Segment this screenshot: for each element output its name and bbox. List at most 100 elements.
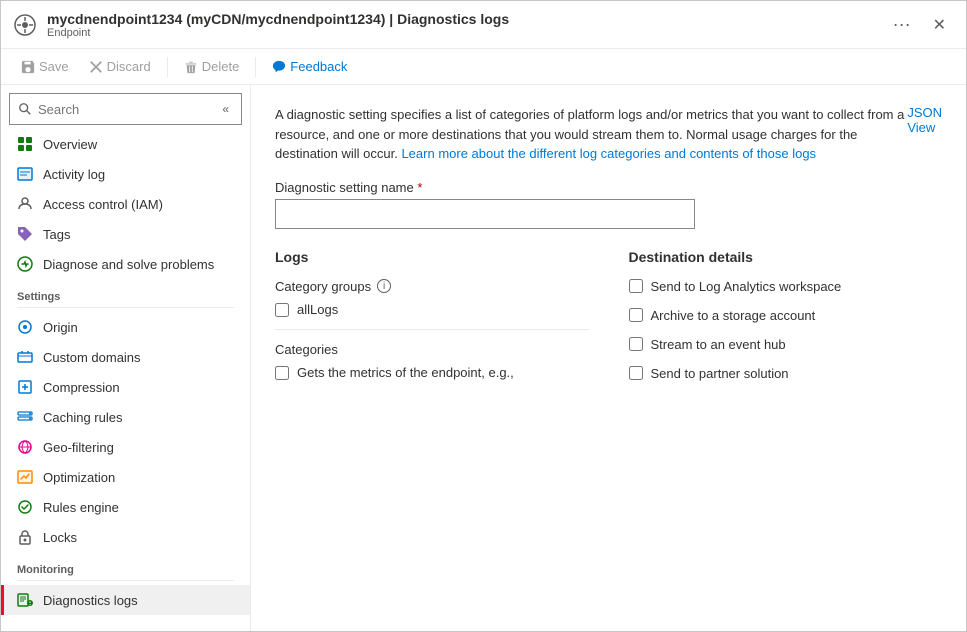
sidebar-item-locks[interactable]: Locks <box>1 522 250 552</box>
sidebar-item-custom-domains[interactable]: Custom domains <box>1 342 250 372</box>
partner-solution-checkbox[interactable] <box>629 366 643 380</box>
sidebar-item-activity-log[interactable]: Activity log <box>1 159 250 189</box>
sidebar-item-geo-filtering[interactable]: Geo-filtering <box>1 432 250 462</box>
sidebar-item-label: Locks <box>43 530 77 545</box>
event-hub-checkbox[interactable] <box>629 337 643 351</box>
collapse-button[interactable]: « <box>218 98 233 120</box>
info-icon[interactable]: i <box>377 279 391 293</box>
metrics-checkbox-item: Gets the metrics of the endpoint, e.g., <box>275 365 589 380</box>
title-bar: mycdnendpoint1234 (myCDN/mycdnendpoint12… <box>1 1 966 49</box>
close-button[interactable]: ✕ <box>925 13 954 37</box>
feedback-icon <box>272 60 286 74</box>
toolbar: Save Discard Delete Feedback <box>1 49 966 85</box>
sidebar-item-label: Access control (IAM) <box>43 197 163 212</box>
logs-column: Logs Category groups i allLogs Categorie… <box>275 249 589 395</box>
diagnostic-name-field: Diagnostic setting name * <box>275 180 942 229</box>
endpoint-icon <box>13 13 37 37</box>
sidebar-item-label: Activity log <box>43 167 105 182</box>
toolbar-separator-2 <box>255 57 256 77</box>
logs-title: Logs <box>275 249 589 265</box>
delete-icon <box>184 60 198 74</box>
categories-title: Categories <box>275 342 589 357</box>
sidebar-item-label: Caching rules <box>43 410 123 425</box>
category-groups-title: Category groups i <box>275 279 589 294</box>
destination-column: Destination details Send to Log Analytic… <box>629 249 943 395</box>
geo-filtering-icon <box>17 439 33 455</box>
sidebar-item-label: Overview <box>43 137 97 152</box>
locks-icon <box>17 529 33 545</box>
sidebar-item-label: Rules engine <box>43 500 119 515</box>
sidebar-item-label: Compression <box>43 380 120 395</box>
access-control-icon <box>17 196 33 212</box>
log-analytics-label[interactable]: Send to Log Analytics workspace <box>651 279 842 294</box>
search-icon <box>18 102 32 116</box>
discard-icon <box>89 60 103 74</box>
diagnostics-logs-icon <box>17 592 33 608</box>
all-logs-checkbox[interactable] <box>275 303 289 317</box>
feedback-label: Feedback <box>290 59 347 74</box>
json-view-link[interactable]: JSON View <box>907 105 942 135</box>
discard-button[interactable]: Discard <box>81 55 159 78</box>
save-icon <box>21 60 35 74</box>
title-text-block: mycdnendpoint1234 (myCDN/mycdnendpoint12… <box>47 11 887 39</box>
compression-icon <box>17 379 33 395</box>
title-bar-controls: ··· ✕ <box>887 12 954 37</box>
discard-label: Discard <box>107 59 151 74</box>
sidebar-item-diagnostics-logs[interactable]: Diagnostics logs <box>1 585 250 615</box>
save-button[interactable]: Save <box>13 55 77 78</box>
partner-solution-label[interactable]: Send to partner solution <box>651 366 789 381</box>
sidebar-item-origin[interactable]: Origin <box>1 312 250 342</box>
settings-section-header: Settings <box>1 279 250 307</box>
diagnostic-name-input[interactable] <box>275 199 695 229</box>
event-hub-label[interactable]: Stream to an event hub <box>651 337 786 352</box>
save-label: Save <box>39 59 69 74</box>
sidebar-item-optimization[interactable]: Optimization <box>1 462 250 492</box>
sidebar-item-caching-rules[interactable]: Caching rules <box>1 402 250 432</box>
two-column-layout: Logs Category groups i allLogs Categorie… <box>275 249 942 395</box>
dest-item-event-hub: Stream to an event hub <box>629 337 943 352</box>
sidebar-item-label: Origin <box>43 320 78 335</box>
window-title: mycdnendpoint1234 (myCDN/mycdnendpoint12… <box>47 11 887 27</box>
feedback-button[interactable]: Feedback <box>264 55 355 78</box>
diagnostic-name-label: Diagnostic setting name * <box>275 180 942 195</box>
sidebar-item-label: Diagnostics logs <box>43 593 138 608</box>
more-options-button[interactable]: ··· <box>887 12 917 37</box>
delete-label: Delete <box>202 59 240 74</box>
rules-engine-icon <box>17 499 33 515</box>
custom-domains-icon <box>17 349 33 365</box>
sidebar-item-tags[interactable]: Tags <box>1 219 250 249</box>
diagnose-icon <box>17 256 33 272</box>
all-logs-checkbox-item: allLogs <box>275 302 589 317</box>
monitoring-section-header: Monitoring <box>1 552 250 580</box>
description-block: A diagnostic setting specifies a list of… <box>275 105 907 164</box>
sidebar-item-overview[interactable]: Overview <box>1 129 250 159</box>
search-input[interactable] <box>38 102 218 117</box>
learn-more-link[interactable]: Learn more about the different log categ… <box>401 146 816 161</box>
dest-item-partner-solution: Send to partner solution <box>629 366 943 381</box>
window-subtitle: Endpoint <box>47 27 887 39</box>
sidebar-item-diagnose[interactable]: Diagnose and solve problems <box>1 249 250 279</box>
sidebar-item-compression[interactable]: Compression <box>1 372 250 402</box>
sidebar-item-label: Custom domains <box>43 350 141 365</box>
search-box[interactable]: « <box>9 93 242 125</box>
optimization-icon <box>17 469 33 485</box>
main-window: mycdnendpoint1234 (myCDN/mycdnendpoint12… <box>0 0 967 632</box>
delete-button[interactable]: Delete <box>176 55 248 78</box>
destination-title: Destination details <box>629 249 943 265</box>
storage-account-checkbox[interactable] <box>629 308 643 322</box>
sidebar-item-label: Optimization <box>43 470 115 485</box>
required-indicator: * <box>417 180 422 195</box>
activity-log-icon <box>17 166 33 182</box>
metrics-label[interactable]: Gets the metrics of the endpoint, e.g., <box>297 365 514 380</box>
log-analytics-checkbox[interactable] <box>629 279 643 293</box>
metrics-checkbox[interactable] <box>275 366 289 380</box>
sidebar-item-access-control[interactable]: Access control (IAM) <box>1 189 250 219</box>
toolbar-separator-1 <box>167 57 168 77</box>
storage-account-label[interactable]: Archive to a storage account <box>651 308 816 323</box>
divider-1 <box>275 329 589 330</box>
sidebar-item-label: Diagnose and solve problems <box>43 257 214 272</box>
all-logs-label[interactable]: allLogs <box>297 302 338 317</box>
sidebar-item-label: Tags <box>43 227 70 242</box>
dest-item-storage-account: Archive to a storage account <box>629 308 943 323</box>
sidebar-item-rules-engine[interactable]: Rules engine <box>1 492 250 522</box>
